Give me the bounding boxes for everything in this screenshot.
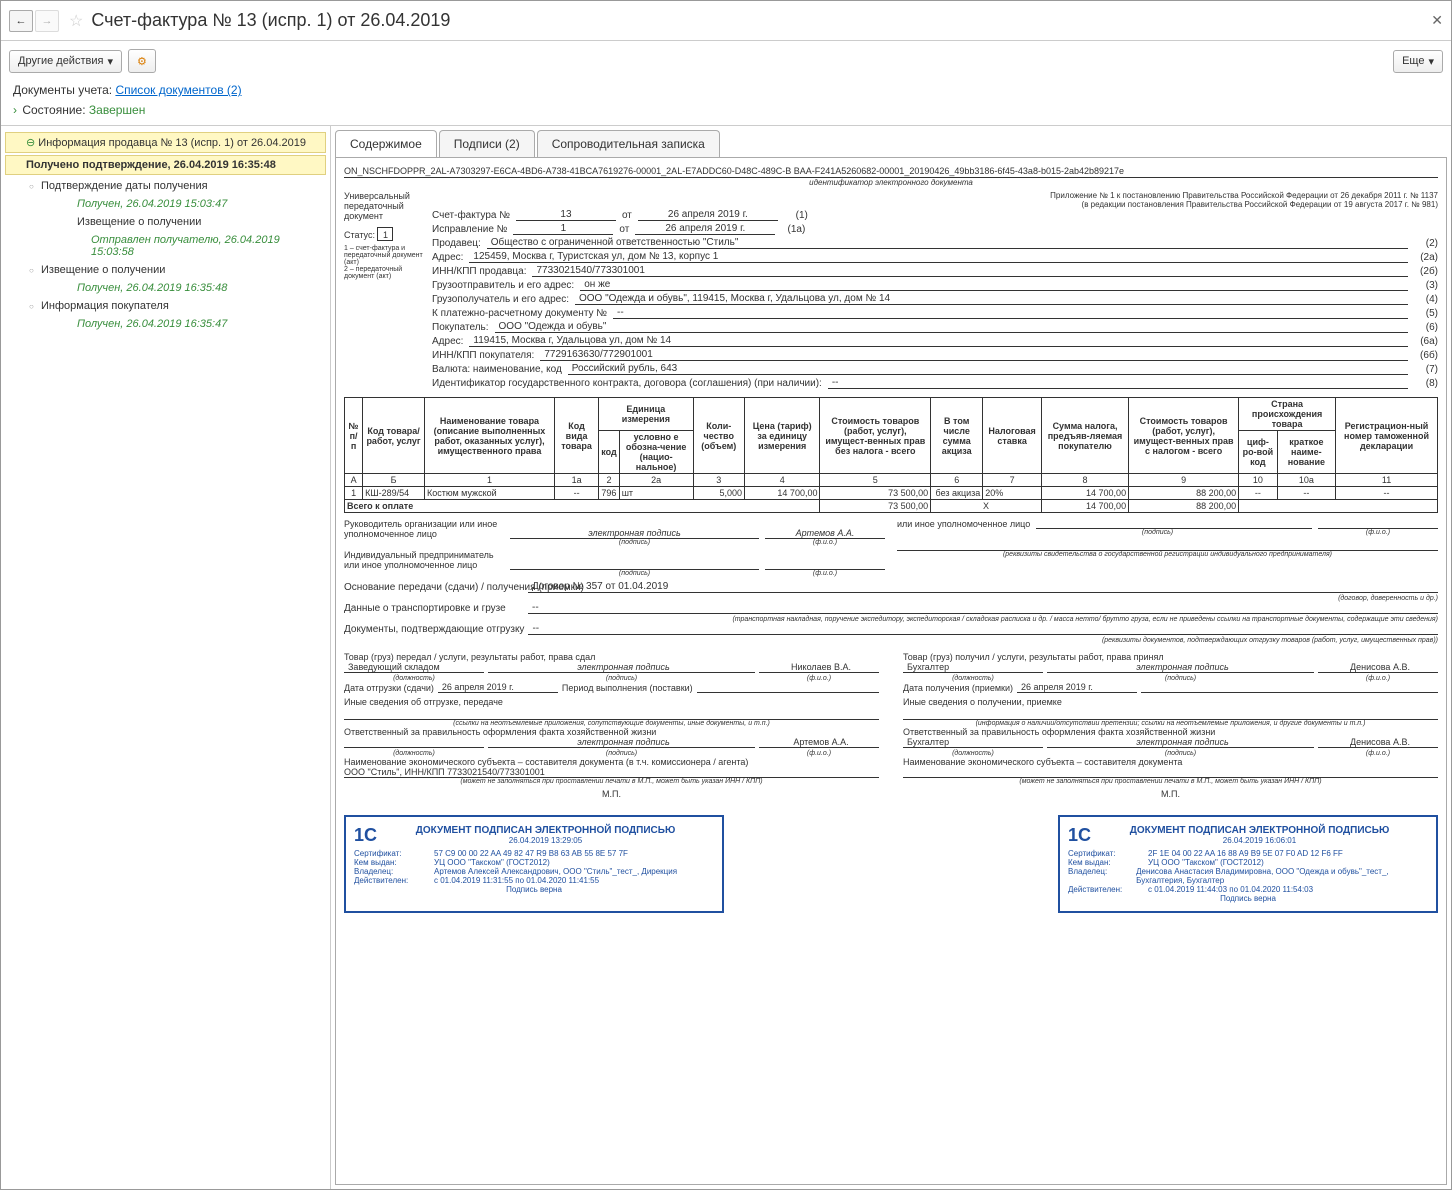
invoice-table: № п/пКод товара/ работ, услугНаименовани…: [344, 397, 1438, 513]
tab-content[interactable]: Содержимое: [335, 130, 437, 157]
table-row: 1КШ-289/54Костюм мужской--796шт5,00014 7…: [345, 487, 1438, 500]
state-line[interactable]: › Состояние: Завершен: [1, 101, 1451, 125]
tree-status: Отправлен получателю, 26.04.2019 15:03:5…: [1, 231, 330, 261]
tree-root[interactable]: ⊖ Информация продавца № 13 (испр. 1) от …: [5, 132, 326, 153]
tree-node[interactable]: Извещение о получении: [1, 213, 330, 231]
docs-line: Документы учета: Список документов (2): [1, 81, 1451, 101]
forward-button[interactable]: →: [35, 10, 59, 32]
back-button[interactable]: ←: [9, 10, 33, 32]
star-icon[interactable]: ☆: [69, 11, 83, 31]
structure-icon-button[interactable]: ⚙: [128, 49, 156, 73]
chevron-right-icon: ›: [13, 103, 17, 117]
chevron-down-icon: ▾: [1428, 55, 1434, 68]
status-box: 1: [377, 227, 393, 241]
titlebar: ← → ☆ Счет-фактура № 13 (испр. 1) от 26.…: [1, 1, 1451, 41]
tree-toggle-icon: ⊖: [26, 137, 38, 149]
close-icon[interactable]: ✕: [1431, 12, 1443, 29]
doc-id-label: идентификатор электронного документа: [344, 178, 1438, 187]
chevron-down-icon: ▾: [107, 55, 113, 68]
tree-panel: ⊖ Информация продавца № 13 (испр. 1) от …: [1, 126, 331, 1189]
appendix-note: Приложение № 1 к постановлению Правитель…: [432, 191, 1438, 209]
tabs: Содержимое Подписи (2) Сопроводительная …: [331, 126, 1451, 157]
1c-logo-icon: 1C: [354, 825, 377, 846]
tree-icon: ⚙: [137, 55, 147, 68]
tree-confirmation[interactable]: Получено подтверждение, 26.04.2019 16:35…: [5, 155, 326, 175]
tree-node[interactable]: Подтверждение даты получения: [1, 177, 330, 195]
tree-status: Получен, 26.04.2019 16:35:48: [1, 279, 330, 297]
tab-note[interactable]: Сопроводительная записка: [537, 130, 720, 157]
transfer-right: Товар (груз) получил / услуги, результат…: [903, 652, 1438, 799]
tab-signatures[interactable]: Подписи (2): [439, 130, 535, 157]
transfer-left: Товар (груз) передал / услуги, результат…: [344, 652, 879, 799]
document-content: ON_NSCHFDOPPR_2AL-A7303297-E6CA-4BD6-A73…: [335, 157, 1447, 1185]
more-button[interactable]: Еще ▾: [1393, 50, 1443, 73]
other-actions-button[interactable]: Другие действия ▾: [9, 50, 122, 73]
toolbar: Другие действия ▾ ⚙ Еще ▾: [1, 41, 1451, 81]
tree-status: Получен, 26.04.2019 16:35:47: [1, 315, 330, 333]
window-title: Счет-фактура № 13 (испр. 1) от 26.04.201…: [91, 10, 450, 31]
upd-sidebar: Универсальныйпередаточныйдокумент Статус…: [344, 191, 424, 391]
1c-logo-icon: 1C: [1068, 825, 1091, 846]
tree-node[interactable]: Извещение о получении: [1, 261, 330, 279]
signature-stamp-1: 1C ДОКУМЕНТ ПОДПИСАН ЭЛЕКТРОННОЙ ПОДПИСЬ…: [344, 815, 724, 913]
doc-id: ON_NSCHFDOPPR_2AL-A7303297-E6CA-4BD6-A73…: [344, 166, 1438, 178]
tree-node[interactable]: Информация покупателя: [1, 297, 330, 315]
docs-link[interactable]: Список документов (2): [115, 83, 241, 97]
signature-stamp-2: 1C ДОКУМЕНТ ПОДПИСАН ЭЛЕКТРОННОЙ ПОДПИСЬ…: [1058, 815, 1438, 913]
tree-status: Получен, 26.04.2019 15:03:47: [1, 195, 330, 213]
